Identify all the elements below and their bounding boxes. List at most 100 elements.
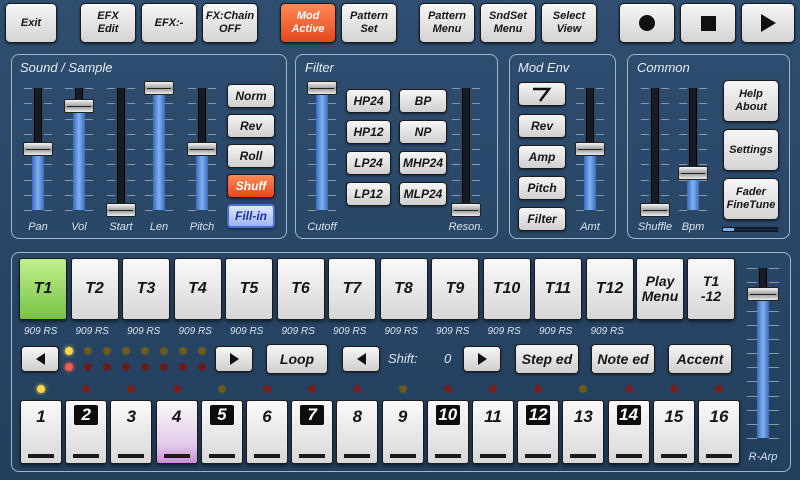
record-button[interactable] bbox=[619, 3, 675, 43]
t1-12-button[interactable]: T1 -12 bbox=[687, 258, 735, 320]
filter-hp24-button[interactable]: HP24 bbox=[346, 89, 391, 113]
efx-edit-button[interactable]: EFX Edit bbox=[80, 3, 136, 43]
efx-button[interactable]: EFX:- bbox=[141, 3, 197, 43]
start-fader-track[interactable] bbox=[117, 88, 125, 210]
pitch-fader-knob[interactable] bbox=[187, 142, 217, 156]
track-t11-button[interactable]: T11 bbox=[534, 258, 582, 320]
step-9-button[interactable]: 9 bbox=[381, 400, 424, 464]
accent-button[interactable]: Accent bbox=[668, 344, 732, 374]
track-t8-button[interactable]: T8 bbox=[379, 258, 428, 320]
bpm-fader-knob[interactable] bbox=[678, 166, 708, 181]
step-11-button[interactable]: 11 bbox=[472, 400, 514, 464]
filter-lp24-button[interactable]: LP24 bbox=[346, 151, 391, 175]
shuffle-fader-knob[interactable] bbox=[640, 203, 670, 217]
fader-finetune-button[interactable]: Fader FineTune bbox=[723, 178, 779, 220]
step-2-button[interactable]: 2 bbox=[65, 400, 108, 464]
note-ed-button[interactable]: Note ed bbox=[591, 344, 655, 374]
shift-right-button[interactable] bbox=[463, 346, 501, 372]
fader-tick bbox=[769, 282, 779, 284]
pitch-fader-label: Pitch bbox=[189, 221, 215, 233]
step-3-button[interactable]: 3 bbox=[110, 400, 153, 464]
sndset-menu-button[interactable]: SndSet Menu bbox=[480, 3, 536, 43]
mod-env-pitch-button[interactable]: Pitch bbox=[518, 176, 566, 200]
track-t1-button[interactable]: T1 bbox=[19, 258, 67, 320]
fader-tick bbox=[328, 194, 336, 196]
fader-tick bbox=[699, 194, 707, 196]
loop-button[interactable]: Loop bbox=[266, 344, 328, 374]
cutoff-fader-label: Cutoff bbox=[307, 221, 337, 233]
fader-tick bbox=[452, 194, 460, 196]
step-7-button[interactable]: 7 bbox=[291, 400, 334, 464]
track-t12-button[interactable]: T12 bbox=[585, 258, 634, 320]
step-15-button[interactable]: 15 bbox=[652, 400, 695, 464]
select-view-button[interactable]: Select View bbox=[541, 3, 597, 43]
step-page-left-button[interactable] bbox=[21, 346, 59, 372]
step-bar bbox=[163, 454, 190, 458]
step-led bbox=[398, 385, 407, 393]
play-menu-button[interactable]: Play Menu bbox=[636, 258, 684, 320]
step-page-right-button[interactable] bbox=[215, 346, 253, 372]
settings-button[interactable]: Settings bbox=[723, 129, 779, 171]
vol-fader-knob[interactable] bbox=[64, 99, 94, 114]
step-12-button[interactable]: 12 bbox=[517, 400, 560, 464]
filter-np-button[interactable]: NP bbox=[399, 120, 447, 144]
step-1-button[interactable]: 1 bbox=[20, 400, 62, 464]
step-6-button[interactable]: 6 bbox=[246, 400, 288, 464]
rev-button[interactable]: Rev bbox=[227, 114, 275, 138]
pan-fader-knob[interactable] bbox=[23, 142, 53, 156]
track-t10-button[interactable]: T10 bbox=[482, 258, 531, 320]
exit-button[interactable]: Exit bbox=[5, 3, 57, 43]
reson-fader-knob[interactable] bbox=[451, 203, 481, 217]
step-4-button[interactable]: 4 bbox=[155, 400, 198, 464]
shift-left-button[interactable] bbox=[342, 346, 380, 372]
fill-in-button[interactable]: Fill-in bbox=[227, 204, 275, 228]
mod-env-rev-button[interactable]: Rev bbox=[518, 114, 566, 138]
r-arp-fader-knob[interactable] bbox=[747, 286, 779, 301]
step-ed-button[interactable]: Step ed bbox=[515, 344, 579, 374]
stop-button[interactable] bbox=[680, 3, 736, 43]
step-8-button[interactable]: 8 bbox=[336, 400, 379, 464]
track-t2-button[interactable]: T2 bbox=[70, 258, 119, 320]
track-t4-button[interactable]: T4 bbox=[173, 258, 222, 320]
track-t7-button[interactable]: T7 bbox=[328, 258, 376, 320]
reson-fader-track[interactable] bbox=[462, 88, 470, 210]
fx-chain-button[interactable]: FX:Chain OFF bbox=[202, 3, 258, 43]
step-5-button[interactable]: 5 bbox=[200, 400, 243, 464]
step-16-button[interactable]: 16 bbox=[698, 400, 740, 464]
envelope-shape-button[interactable] bbox=[518, 82, 566, 106]
filter-mhp24-button[interactable]: MHP24 bbox=[399, 151, 447, 175]
filter-lp12-button[interactable]: LP12 bbox=[346, 182, 391, 206]
cutoff-fader-knob[interactable] bbox=[307, 81, 337, 95]
step-13-button[interactable]: 13 bbox=[562, 400, 605, 464]
track-t3-button[interactable]: T3 bbox=[122, 258, 170, 320]
track-t6-button[interactable]: T6 bbox=[276, 258, 325, 320]
shuffle-fader-track[interactable] bbox=[651, 88, 659, 210]
start-fader-knob[interactable] bbox=[106, 203, 136, 217]
roll-button[interactable]: Roll bbox=[227, 144, 275, 168]
pattern-set-button[interactable]: Pattern Set bbox=[341, 3, 397, 43]
fader-tick bbox=[769, 268, 779, 269]
len-fader-knob[interactable] bbox=[144, 81, 174, 95]
fader-tick bbox=[208, 179, 216, 181]
mod-active-button[interactable]: Mod Active bbox=[280, 3, 336, 43]
amt-fader-knob[interactable] bbox=[575, 142, 605, 156]
shuff-button[interactable]: Shuff bbox=[227, 174, 275, 198]
fader-tick bbox=[165, 133, 173, 135]
track-t5-button[interactable]: T5 bbox=[225, 258, 273, 320]
filter-bp-button[interactable]: BP bbox=[399, 89, 447, 113]
fader-tick bbox=[699, 210, 707, 211]
fader-tick bbox=[472, 103, 480, 105]
filter-hp12-button[interactable]: HP12 bbox=[346, 120, 391, 144]
step-14-button[interactable]: 14 bbox=[607, 400, 650, 464]
fader-tick bbox=[679, 194, 687, 196]
pattern-menu-button[interactable]: Pattern Menu bbox=[419, 3, 475, 43]
help-about-button[interactable]: Help About bbox=[723, 80, 779, 122]
play-button[interactable] bbox=[741, 3, 795, 43]
page-led bbox=[122, 363, 130, 371]
step-10-button[interactable]: 10 bbox=[426, 400, 469, 464]
filter-mlp24-button[interactable]: MLP24 bbox=[399, 182, 447, 206]
track-t9-button[interactable]: T9 bbox=[431, 258, 479, 320]
mod-env-amp-button[interactable]: Amp bbox=[518, 145, 566, 169]
norm-button[interactable]: Norm bbox=[227, 84, 275, 108]
mod-env-filter-button[interactable]: Filter bbox=[518, 207, 566, 231]
